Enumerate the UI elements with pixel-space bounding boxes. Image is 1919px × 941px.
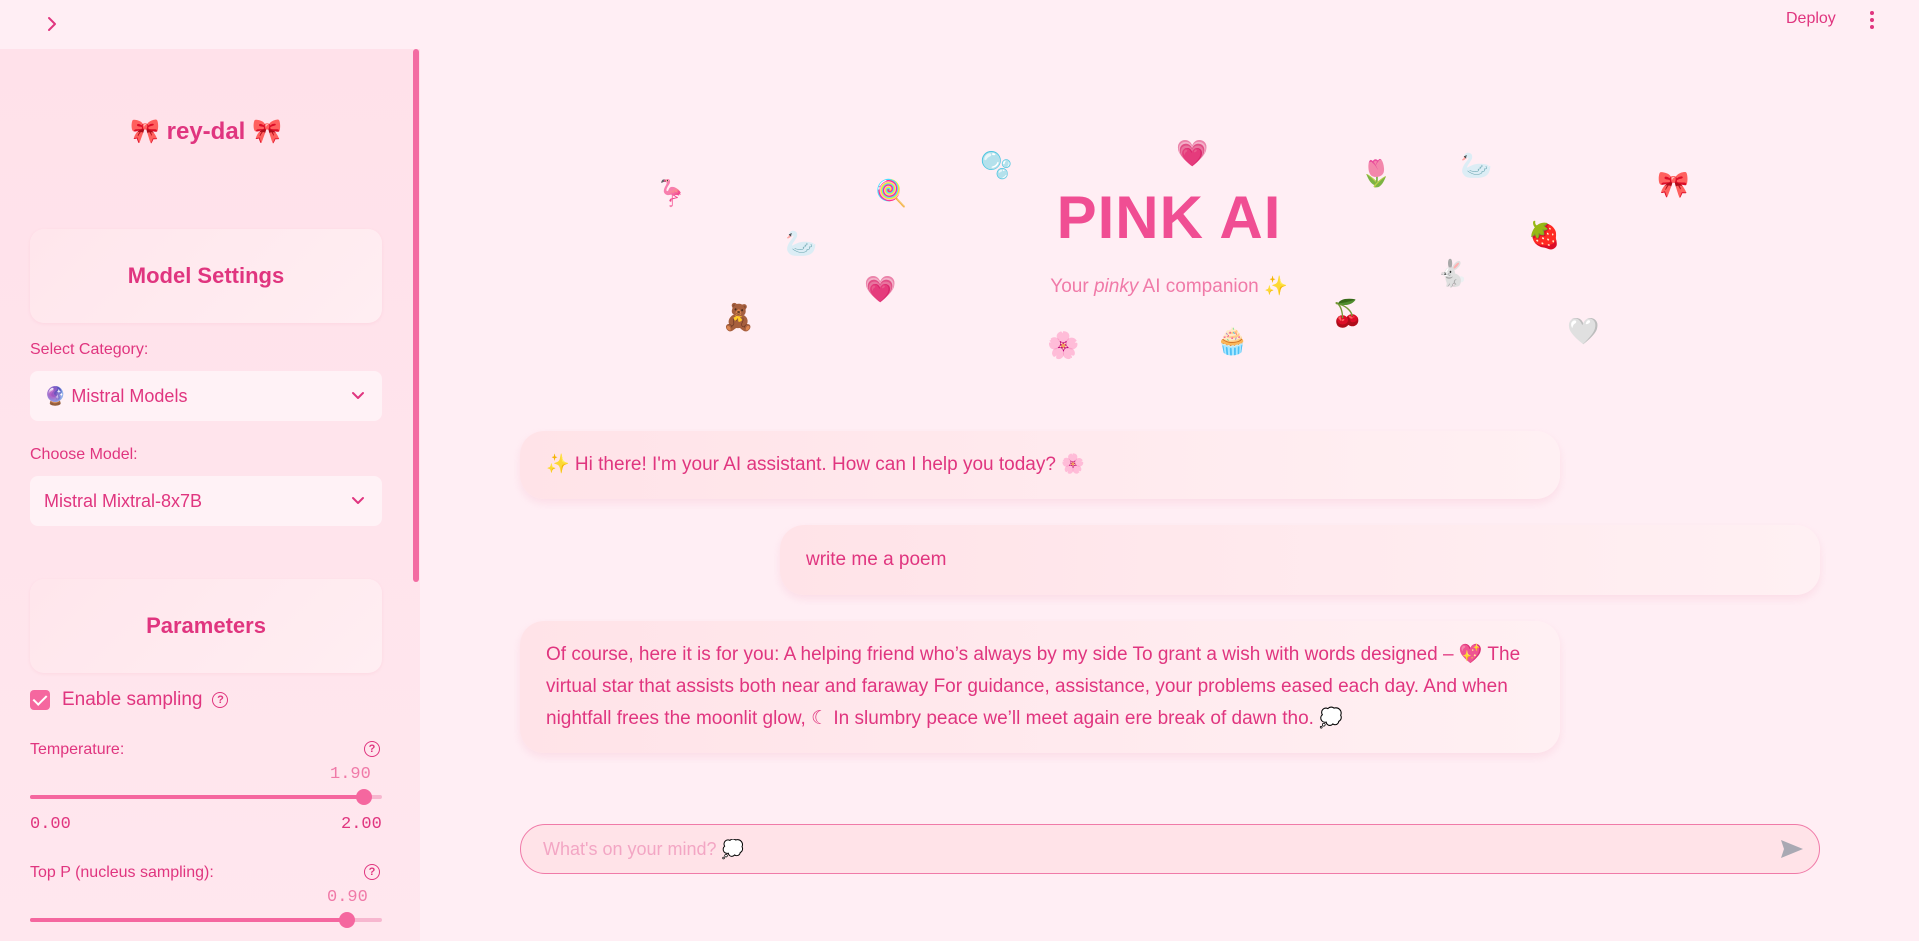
model-label: Choose Model: xyxy=(30,446,138,463)
more-menu-icon[interactable] xyxy=(1864,9,1880,31)
ribbon-icon: 🎀 xyxy=(1657,169,1690,199)
deploy-button[interactable]: Deploy xyxy=(1786,10,1836,28)
heart-icon: 💗 xyxy=(1176,138,1209,168)
app-subtitle: Your pinky AI companion ✨ xyxy=(0,274,1919,298)
expand-sidebar-icon[interactable] xyxy=(40,12,64,36)
subtitle-pre: Your xyxy=(1050,276,1094,297)
assistant-message: Of course, here it is for you: A helping… xyxy=(520,621,1560,753)
swan-icon: 🦢 xyxy=(1460,150,1493,180)
strawberry-icon: 🍓 xyxy=(1528,220,1561,250)
sampling-checkbox[interactable] xyxy=(30,690,50,710)
cherries-icon: 🍒 xyxy=(1331,298,1364,328)
help-icon[interactable]: ? xyxy=(364,741,380,757)
top-p-slider-thumb[interactable] xyxy=(338,912,355,928)
temperature-slider-fill xyxy=(30,795,365,799)
category-select[interactable]: 🔮 Mistral Models xyxy=(30,371,382,421)
heart-icon: 💗 xyxy=(864,274,897,304)
model-select-value: Mistral Mixtral-8x7B xyxy=(44,490,203,511)
user-message: write me a poem xyxy=(780,525,1820,595)
temperature-slider[interactable] xyxy=(30,789,382,805)
bubbles-icon: 🫧 xyxy=(980,150,1013,180)
temperature-slider-thumb[interactable] xyxy=(356,789,373,805)
parameters-title: Parameters xyxy=(146,613,266,638)
message-text: write me a poem xyxy=(806,549,947,570)
help-icon[interactable]: ? xyxy=(212,692,229,708)
parameters-header: Parameters xyxy=(30,579,382,673)
model-select[interactable]: Mistral Mixtral-8x7B xyxy=(30,476,382,526)
temperature-value: 1.90 xyxy=(330,765,371,784)
top-p-slider-fill xyxy=(30,918,347,922)
chevron-down-icon xyxy=(352,392,364,399)
brand-title: 🎀 rey-dal 🎀 xyxy=(130,118,282,145)
sampling-checkbox-row[interactable]: Enable sampling ? xyxy=(30,689,229,711)
teddy-bear-icon: 🧸 xyxy=(722,302,755,332)
chat-input-container xyxy=(520,824,1820,874)
temperature-min: 0.00 xyxy=(30,815,71,834)
top-p-value: 0.90 xyxy=(327,888,368,907)
tulip-icon: 🌷 xyxy=(1360,158,1393,188)
message-text: ✨ Hi there! I'm your AI assistant. How c… xyxy=(546,454,1085,475)
assistant-message: ✨ Hi there! I'm your AI assistant. How c… xyxy=(520,431,1560,499)
app-title: PINK AI xyxy=(1056,184,1282,251)
help-icon[interactable]: ? xyxy=(364,864,380,880)
category-label: Select Category: xyxy=(30,341,149,358)
flamingo-icon: 🦩 xyxy=(655,178,688,208)
sampling-label: Enable sampling xyxy=(62,689,203,710)
category-select-value: 🔮 Mistral Models xyxy=(44,385,188,406)
cupcake-icon: 🧁 xyxy=(1216,326,1249,356)
white-heart-icon: 🤍 xyxy=(1567,316,1600,346)
chat-input[interactable] xyxy=(541,837,1799,861)
top-p-label: Top P (nucleus sampling): xyxy=(30,864,214,881)
swan-icon: 🦢 xyxy=(785,228,818,258)
top-p-slider[interactable] xyxy=(30,912,382,928)
temperature-max: 2.00 xyxy=(341,815,382,834)
message-text: Of course, here it is for you: A helping… xyxy=(546,644,1521,729)
temperature-label: Temperature: xyxy=(30,741,125,758)
subtitle-post: AI companion ✨ xyxy=(1138,276,1288,297)
chevron-down-icon xyxy=(352,497,364,504)
send-icon[interactable] xyxy=(1779,838,1805,860)
lollipop-icon: 🍭 xyxy=(875,178,908,208)
subtitle-emphasis: pinky xyxy=(1093,276,1139,297)
rabbit-icon: 🐇 xyxy=(1436,258,1469,288)
sidebar-scrollbar[interactable] xyxy=(413,49,419,582)
flower-icon: 🌸 xyxy=(1047,330,1080,360)
